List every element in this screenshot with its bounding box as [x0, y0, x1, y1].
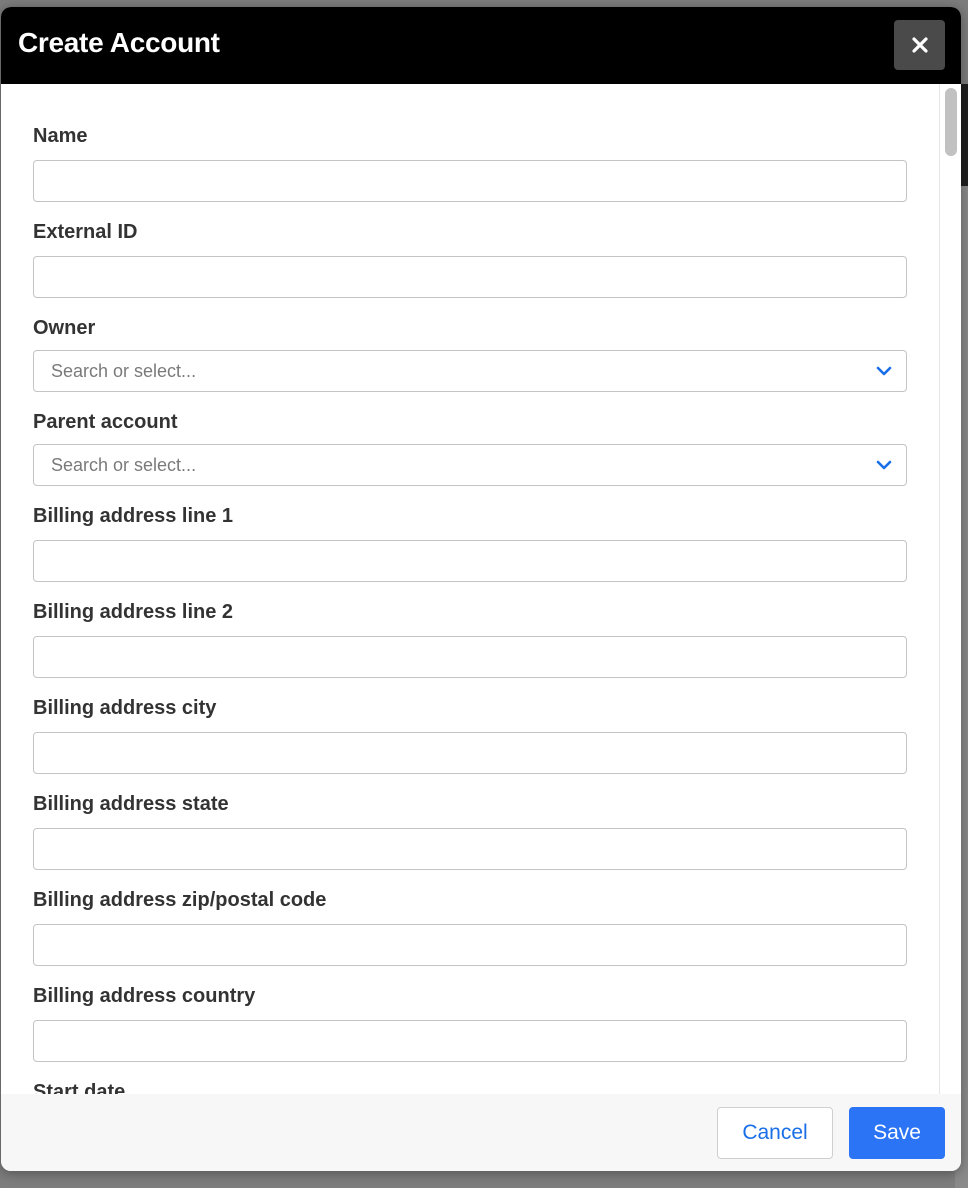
owner-label: Owner: [33, 317, 96, 339]
modal-footer: Cancel Save: [1, 1094, 961, 1171]
external-id-field: External ID: [33, 218, 907, 298]
modal-header: Create Account: [1, 7, 961, 84]
parent-account-field: Parent account Search or select...: [33, 408, 907, 486]
billing-line1-input[interactable]: [33, 540, 907, 582]
name-input[interactable]: [33, 160, 907, 202]
owner-select[interactable]: Search or select...: [33, 350, 907, 392]
close-button[interactable]: [894, 20, 945, 70]
external-id-label: External ID: [33, 221, 138, 243]
external-id-input[interactable]: [33, 256, 907, 298]
billing-zip-input[interactable]: [33, 924, 907, 966]
owner-placeholder: Search or select...: [51, 361, 197, 381]
cancel-button[interactable]: Cancel: [717, 1107, 833, 1159]
billing-zip-label: Billing address zip/postal code: [33, 889, 327, 911]
chevron-down-icon: [876, 460, 892, 470]
billing-city-field: Billing address city: [33, 694, 907, 774]
name-label: Name: [33, 125, 88, 147]
start-date-field: Start date: [33, 1078, 907, 1094]
close-icon: [911, 37, 928, 53]
modal-body[interactable]: Name External ID Owner Search or select.…: [1, 84, 939, 1094]
name-field: Name: [33, 122, 907, 202]
parent-account-label: Parent account: [33, 411, 178, 433]
start-date-label: Start date: [33, 1081, 126, 1094]
billing-city-input[interactable]: [33, 732, 907, 774]
billing-line1-label: Billing address line 1: [33, 505, 234, 527]
scrollbar-thumb[interactable]: [945, 88, 957, 156]
billing-country-input[interactable]: [33, 1020, 907, 1062]
billing-state-label: Billing address state: [33, 793, 229, 815]
modal-title: Create Account: [18, 27, 220, 58]
billing-state-field: Billing address state: [33, 790, 907, 870]
billing-state-input[interactable]: [33, 828, 907, 870]
billing-line1-field: Billing address line 1: [33, 502, 907, 582]
parent-account-select[interactable]: Search or select...: [33, 444, 907, 486]
billing-line2-label: Billing address line 2: [33, 601, 234, 623]
billing-zip-field: Billing address zip/postal code: [33, 886, 907, 966]
chevron-down-icon: [876, 366, 892, 376]
owner-field: Owner Search or select...: [33, 314, 907, 392]
save-button[interactable]: Save: [849, 1107, 945, 1159]
parent-account-placeholder: Search or select...: [51, 455, 197, 475]
create-account-modal: Create Account Name External ID Owner Se…: [1, 7, 961, 1171]
billing-line2-field: Billing address line 2: [33, 598, 907, 678]
billing-city-label: Billing address city: [33, 697, 217, 719]
billing-country-field: Billing address country: [33, 982, 907, 1062]
billing-line2-input[interactable]: [33, 636, 907, 678]
scrollbar[interactable]: [939, 84, 961, 1094]
billing-country-label: Billing address country: [33, 985, 256, 1007]
